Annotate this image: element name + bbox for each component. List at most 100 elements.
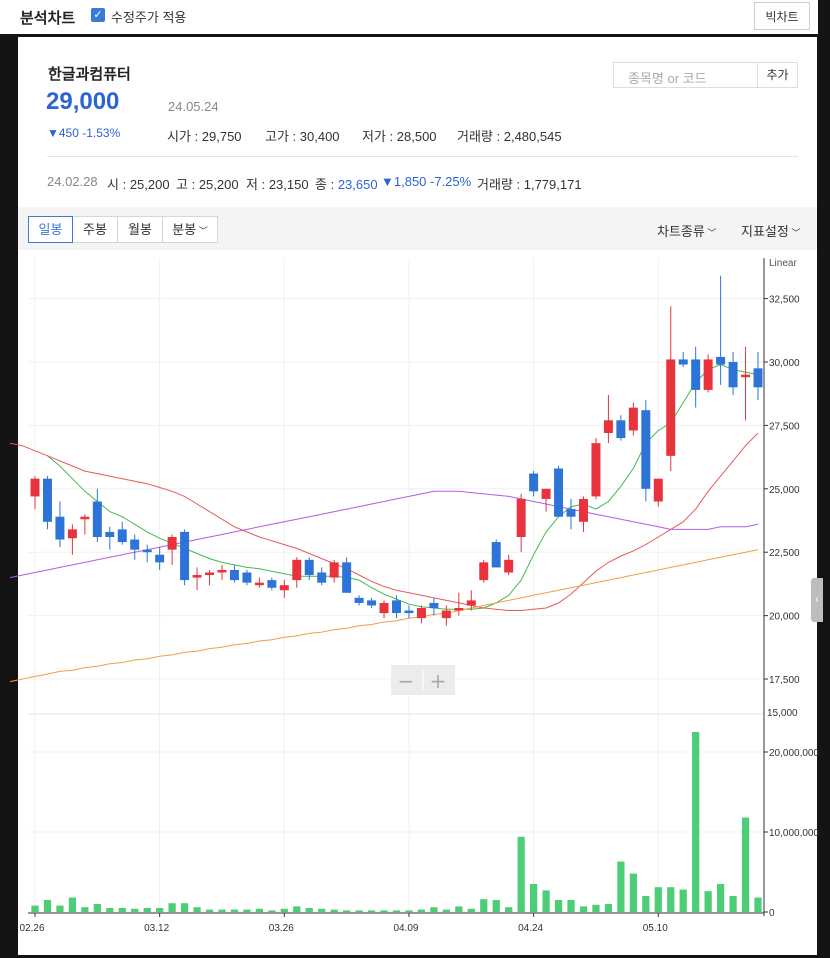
candle-up (466, 600, 476, 606)
candle-up (217, 569, 227, 573)
volume-bar (193, 907, 201, 912)
volume-bar (592, 904, 600, 912)
volume-bar (131, 908, 139, 912)
candle-down (117, 529, 127, 543)
volume-bar (579, 906, 588, 912)
volume-bar (542, 890, 550, 912)
candle-up (292, 559, 302, 581)
candle-down (267, 580, 277, 588)
volume-bar (505, 907, 513, 912)
candle-up (516, 498, 526, 537)
candle-down (678, 359, 688, 365)
volume-bar (455, 906, 463, 912)
volume-bar (492, 900, 500, 912)
volume-bar (355, 910, 363, 912)
candle-up (416, 608, 426, 619)
stock-chart[interactable]: Linear 17,500 20,000 22,500 25,000 27,500 30,0… (0, 0, 830, 958)
candle-down (753, 368, 763, 388)
candle-up (167, 536, 177, 550)
volume-bar (218, 909, 226, 912)
collapse-handle[interactable]: ‹ (811, 578, 823, 622)
volume-bar (180, 903, 189, 912)
volume-bar (417, 909, 426, 912)
candle-down (142, 549, 152, 553)
volume-bar (617, 861, 625, 912)
volume-bar (754, 897, 762, 912)
price-tick-label: 17,500 (769, 675, 800, 686)
zoom-control[interactable]: − + (391, 665, 455, 695)
candle-up (741, 374, 751, 378)
volume-top-label: 15,000 (767, 708, 798, 719)
candle-up (329, 562, 339, 578)
volume-bar (405, 910, 413, 912)
zoom-out-button[interactable]: − (398, 669, 415, 693)
candle-down (566, 509, 576, 517)
candle-down (242, 572, 252, 583)
volume-bar (442, 909, 450, 912)
volume-bar (741, 817, 750, 912)
volume-bar (31, 905, 39, 912)
price-tick-label: 25,000 (769, 485, 800, 496)
candle-down (728, 361, 738, 388)
price-tick-label: 32,500 (769, 295, 800, 306)
candle-down (55, 516, 65, 540)
volume-bar (293, 906, 301, 912)
volume-bar (280, 908, 288, 912)
volume-tick-label: 10,000,000 (769, 828, 819, 839)
candle-down (554, 468, 564, 517)
candle-up (279, 585, 289, 591)
candle-up (504, 559, 514, 573)
candlesticks (30, 275, 763, 626)
x-tick-label: 02.26 (19, 923, 44, 934)
candle-up (653, 478, 663, 502)
candle-up (30, 478, 40, 497)
price-tick-label: 27,500 (769, 421, 800, 432)
volume-bar (118, 908, 126, 912)
x-tick-label: 03.26 (269, 923, 294, 934)
candle-up (80, 516, 90, 520)
volume-bar (517, 836, 525, 912)
volume-bar (268, 910, 276, 912)
candle-up (541, 488, 551, 499)
volume-bar (230, 909, 239, 912)
candle-down (229, 569, 239, 581)
candle-up (591, 443, 601, 497)
candle-up (703, 359, 713, 390)
x-tick-label: 03.12 (144, 923, 169, 934)
x-tick-label: 04.09 (393, 923, 418, 934)
volume-bar (430, 907, 438, 912)
candle-down (641, 410, 651, 489)
volume-bar (567, 900, 575, 912)
volume-bars (31, 732, 762, 912)
volume-bar (168, 903, 176, 912)
grid (28, 258, 764, 913)
zoom-in-button[interactable]: + (430, 669, 447, 693)
volume-tick-label: 20,000,000 (769, 748, 819, 759)
volume-bar (629, 873, 637, 912)
candle-up (254, 582, 264, 586)
volume-bar (642, 896, 650, 912)
volume-bar (93, 904, 101, 912)
volume-bar (692, 732, 700, 912)
volume-bar (106, 908, 114, 912)
volume-tick-label: 0 (769, 908, 775, 919)
candle-up (628, 407, 638, 431)
tab-daily[interactable]: 일봉 (28, 216, 73, 243)
volume-bar (604, 904, 613, 912)
candle-down (92, 501, 102, 537)
volume-bar (654, 887, 662, 912)
candle-down (691, 359, 701, 390)
volume-bar (343, 910, 351, 912)
volume-bar (380, 910, 388, 912)
volume-bar (480, 899, 488, 912)
volume-bar (205, 909, 214, 912)
volume-bar (56, 905, 64, 912)
volume-bar (81, 907, 89, 912)
candle-down (105, 531, 115, 537)
volume-bar (143, 908, 151, 912)
candle-up (205, 572, 215, 576)
candle-up (479, 562, 489, 581)
candle-down (367, 600, 377, 606)
volume-bar (43, 900, 52, 912)
volume-bar (330, 909, 338, 912)
